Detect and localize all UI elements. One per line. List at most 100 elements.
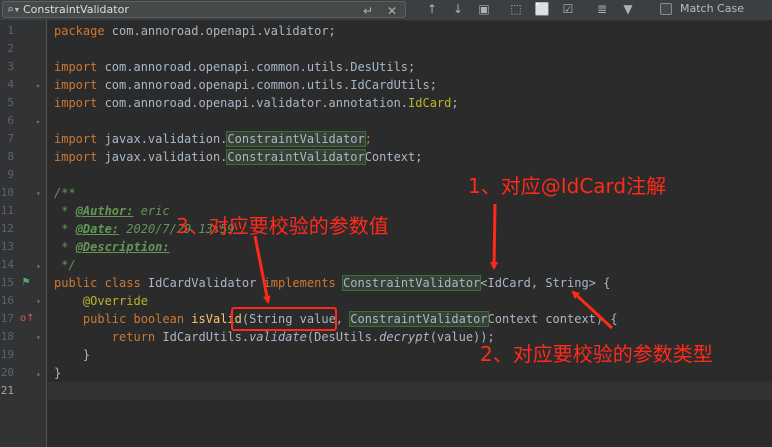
code-line-20: } [54, 364, 61, 382]
fold-marker-icon[interactable]: ▴ [36, 262, 44, 270]
code-text: < [480, 276, 488, 290]
code-text: (value)); [429, 330, 495, 344]
implements-interface-icon[interactable]: ⚑ [20, 277, 32, 289]
line-number: 3 [7, 60, 14, 73]
keyword: import [54, 96, 98, 110]
code-text: com.annoroad.openapi.validator; [104, 24, 336, 38]
code-text: com.annoroad.openapi.common.utils.DesUti… [97, 60, 416, 74]
previous-occurrence-icon[interactable]: ↑ [424, 1, 440, 17]
code-text: javax.validation. [97, 132, 228, 146]
code-line-15: public class IdCardValidator implements … [54, 274, 610, 292]
doc-comment: * [54, 204, 76, 218]
code-line-18: return IdCardUtils.validate(DesUtils.dec… [54, 328, 495, 346]
keyword: package [54, 24, 105, 38]
code-text: javax.validation. [97, 150, 228, 164]
code-line-10: /** [54, 184, 76, 202]
method-call: decrypt [379, 330, 430, 344]
add-occurrence-icon[interactable]: ⬚ [508, 1, 524, 17]
doc-comment: /** [54, 186, 76, 200]
code-line-14: */ [54, 256, 76, 274]
keyword: public class [54, 276, 141, 290]
code-line-8: import javax.validation.ConstraintValida… [54, 148, 422, 166]
code-line-3: import com.annoroad.openapi.common.utils… [54, 58, 415, 76]
code-text: } [54, 366, 62, 380]
annotation-name: IdCard [408, 96, 452, 110]
line-number: 18 [0, 330, 14, 343]
line-number: 6 [7, 114, 14, 127]
search-match: ConstraintValidator [349, 311, 489, 327]
override-annotation: @Override [82, 294, 148, 308]
filter-icon[interactable]: ▼ [620, 1, 636, 17]
search-match: ConstraintValidator [226, 131, 366, 147]
line-number: 11 [0, 204, 14, 217]
search-icon[interactable]: ⌕▾ [7, 3, 20, 16]
line-number: 13 [0, 240, 14, 253]
fold-marker-icon[interactable]: ▾ [36, 298, 44, 306]
override-method-icon[interactable]: o↑ [20, 313, 35, 325]
search-input[interactable] [23, 2, 343, 17]
code-line-4: import com.annoroad.openapi.common.utils… [54, 76, 437, 94]
fold-marker-icon[interactable]: ▸ [36, 118, 44, 126]
code-line-16: @Override [54, 292, 148, 310]
code-text: } [54, 348, 91, 362]
type-argument: IdCard [487, 276, 531, 290]
match-case-checkbox[interactable] [660, 3, 672, 15]
code-line-19: } [54, 346, 90, 364]
code-line-13: * @Description: [54, 238, 170, 256]
clear-search-icon[interactable]: ✕ [385, 3, 399, 19]
fold-marker-icon[interactable]: ▾ [36, 190, 44, 198]
line-number-gutter: 1 2 3 4 5 6 7 8 9 10 11 12 13 14 15 16 1… [0, 20, 47, 447]
search-match: ConstraintValidator [342, 275, 482, 291]
line-number: 15 [0, 276, 14, 289]
fold-marker-icon[interactable]: ▸ [36, 82, 44, 90]
keyword: import [54, 78, 98, 92]
next-occurrence-icon[interactable]: ↓ [450, 1, 466, 17]
line-number: 8 [7, 150, 14, 163]
line-number: 2 [7, 42, 14, 55]
line-number: 19 [0, 348, 14, 361]
line-number: 1 [7, 24, 14, 37]
code-editor[interactable]: package com.annoroad.openapi.validator; … [48, 20, 772, 447]
code-line-1: package com.annoroad.openapi.validator; [54, 22, 336, 40]
fold-marker-icon[interactable]: ▴ [36, 370, 44, 378]
code-line-12: * @Date: 2020/7/29 13:59 [54, 220, 234, 238]
doc-comment: */ [54, 258, 76, 272]
select-all-occurrences-icon[interactable]: ☑ [560, 1, 576, 17]
keyword: return [111, 330, 156, 344]
doc-comment: eric [133, 204, 170, 218]
doc-tag: @Date: [75, 222, 120, 236]
find-in-window-icon[interactable]: ▣ [476, 1, 492, 17]
code-text: ; [451, 96, 459, 110]
doc-tag: @Description: [75, 240, 170, 254]
doc-comment: * [54, 240, 76, 254]
search-box[interactable]: ⌕▾ ↵ ✕ [2, 1, 406, 18]
keyword: import [54, 132, 98, 146]
line-number: 4 [7, 78, 14, 91]
new-line-icon[interactable]: ↵ [361, 3, 375, 19]
code-line-5: import com.annoroad.openapi.validator.an… [54, 94, 459, 112]
code-line-17: public boolean isValid(String value, Con… [54, 310, 618, 328]
remove-occurrence-icon[interactable]: ⬜ [534, 1, 550, 17]
keyword: implements [263, 276, 336, 290]
fold-marker-icon[interactable]: ▾ [36, 334, 44, 342]
line-number: 12 [0, 222, 14, 235]
context-filter-icon[interactable]: ≣ [594, 1, 610, 17]
line-number: 5 [7, 96, 14, 109]
code-text: , String> { [530, 276, 611, 290]
line-number: 20 [0, 366, 14, 379]
match-case-label[interactable]: Match Case [680, 2, 744, 15]
keyword: import [54, 150, 98, 164]
line-number: 10 [0, 186, 14, 199]
code-line-11: * @Author: eric [54, 202, 170, 220]
code-text: (String value, [241, 312, 351, 326]
code-text: ; [364, 132, 372, 146]
code-line-7: import javax.validation.ConstraintValida… [54, 130, 372, 148]
code-text: Context; [364, 150, 423, 164]
line-number: 14 [0, 258, 14, 271]
code-text: Context context) { [487, 312, 618, 326]
find-toolbar: ⌕▾ ↵ ✕ ↑ ↓ ▣ ⬚ ⬜ ☑ ≣ ▼ Match Case [0, 0, 772, 21]
doc-tag: @Author: [75, 204, 134, 218]
